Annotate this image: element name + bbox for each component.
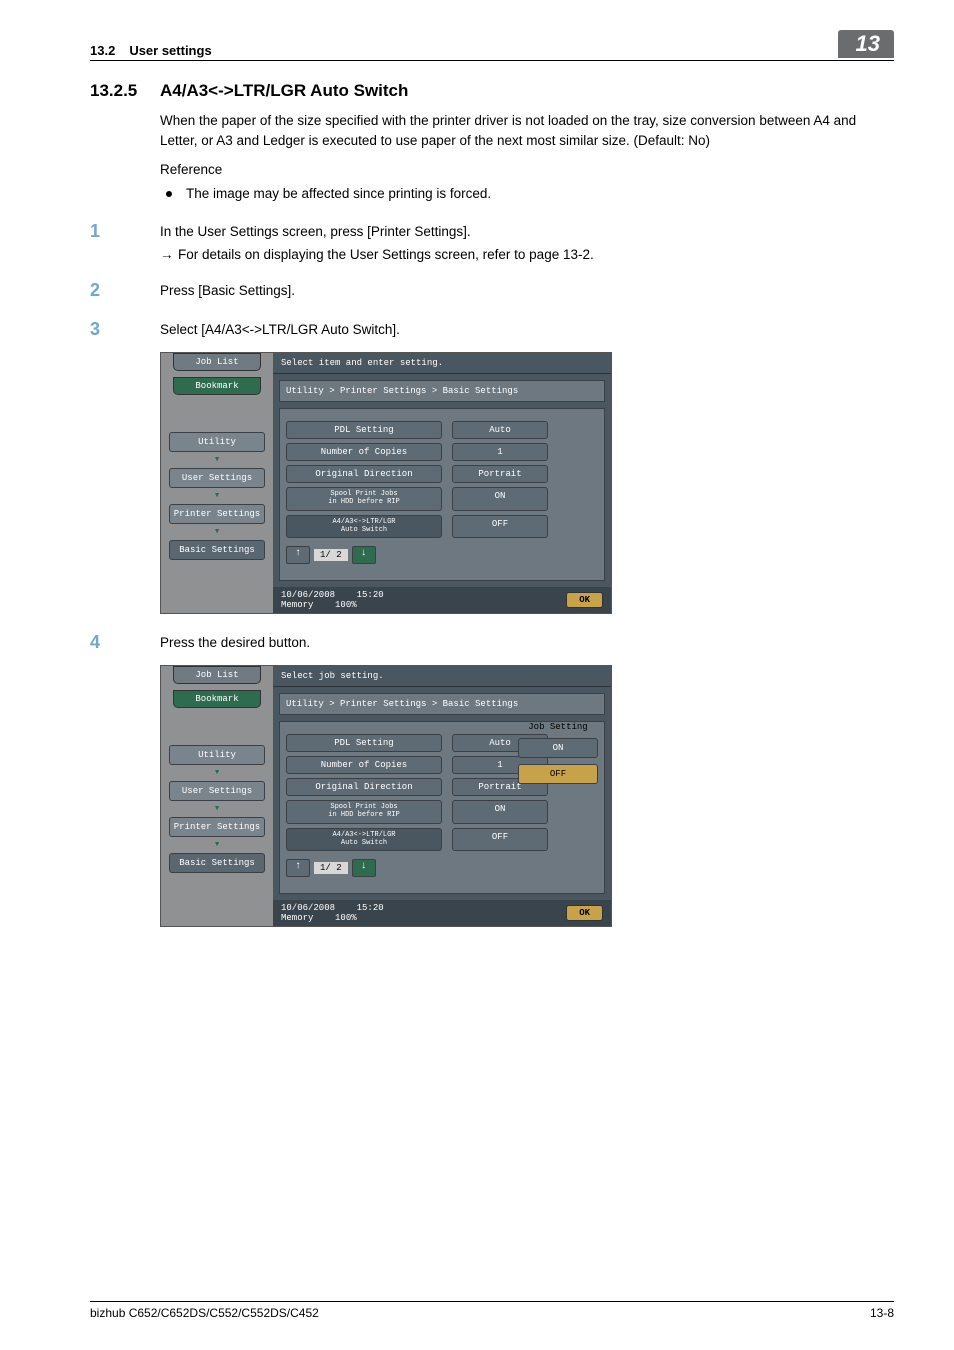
setting-copies[interactable]: Number of Copies [286,756,442,774]
on-button[interactable]: ON [518,738,598,758]
step-text-4: Press the desired button. [160,632,894,650]
pager-up-button[interactable]: ↑ [286,546,310,564]
setting-direction-value: Portrait [452,465,548,483]
reference-bullet: The image may be affected since printing… [160,184,894,204]
pager-counter: 1/ 2 [314,549,348,561]
step-number-3: 3 [90,319,160,340]
heading-number: 13.2.5 [90,81,160,101]
status-memory-label: Memory [281,600,313,610]
panel-instruction: Select item and enter setting. [273,353,611,374]
nav-arrow-icon: ▾ [161,491,273,501]
step-number-4: 4 [90,632,160,653]
job-list-tab[interactable]: Job List [173,353,261,371]
bookmark-tab[interactable]: Bookmark [173,377,261,395]
chapter-tab: 13 [838,30,894,58]
footer-model: bizhub C652/C652DS/C552/C552DS/C452 [90,1306,319,1320]
job-setting-title: Job Setting [518,722,598,732]
setting-direction[interactable]: Original Direction [286,778,442,796]
nav-arrow-icon: ▾ [161,455,273,465]
nav-utility[interactable]: Utility [169,432,265,452]
intro-paragraph: When the paper of the size specified wit… [160,111,894,150]
ok-button[interactable]: OK [566,592,603,608]
bookmark-tab[interactable]: Bookmark [173,690,261,708]
off-button[interactable]: OFF [518,764,598,784]
printer-panel-screenshot-2: Job List Bookmark Utility ▾ User Setting… [160,665,612,927]
printer-panel-screenshot-1: Job List Bookmark Utility ▾ User Setting… [160,352,612,614]
nav-printer-settings[interactable]: Printer Settings [169,504,265,524]
pager-down-button[interactable]: ↓ [352,859,376,877]
nav-arrow-icon: ▾ [161,840,273,850]
nav-utility[interactable]: Utility [169,745,265,765]
ok-button[interactable]: OK [566,905,603,921]
header-section-number: 13.2 [90,43,115,58]
pager-down-button[interactable]: ↓ [352,546,376,564]
status-memory-label: Memory [281,913,313,923]
status-memory-pct: 100% [335,600,357,610]
reference-label: Reference [160,160,894,180]
step-number-1: 1 [90,221,160,242]
pager-counter: 1/ 2 [314,862,348,874]
status-date: 10/06/2008 [281,590,335,600]
footer-page-number: 13-8 [870,1306,894,1320]
breadcrumb: Utility > Printer Settings > Basic Setti… [279,380,605,402]
setting-pdl[interactable]: PDL Setting [286,421,442,439]
setting-spool[interactable]: Spool Print Jobs in HDD before RIP [286,487,442,510]
breadcrumb: Utility > Printer Settings > Basic Setti… [279,693,605,715]
setting-pdl-value: Auto [452,421,548,439]
step-text-2: Press [Basic Settings]. [160,280,894,298]
setting-pdl[interactable]: PDL Setting [286,734,442,752]
job-list-tab[interactable]: Job List [173,666,261,684]
setting-auto-switch-value: OFF [452,515,548,538]
setting-auto-switch-value: OFF [452,828,548,851]
header-section-title: User settings [129,43,211,58]
nav-arrow-icon: ▾ [161,768,273,778]
nav-arrow-icon: ▾ [161,527,273,537]
panel-instruction: Select job setting. [273,666,611,687]
nav-basic-settings[interactable]: Basic Settings [169,853,265,873]
status-time: 15:20 [357,903,384,913]
nav-user-settings[interactable]: User Settings [169,468,265,488]
setting-auto-switch[interactable]: A4/A3<->LTR/LGR Auto Switch [286,515,442,538]
heading-title: A4/A3<->LTR/LGR Auto Switch [160,81,408,101]
setting-spool-value: ON [452,487,548,510]
step-text-3: Select [A4/A3<->LTR/LGR Auto Switch]. [160,319,894,337]
step-text-1: In the User Settings screen, press [Prin… [160,224,471,239]
nav-arrow-icon: ▾ [161,804,273,814]
setting-spool-value: ON [452,800,548,823]
nav-basic-settings[interactable]: Basic Settings [169,540,265,560]
nav-printer-settings[interactable]: Printer Settings [169,817,265,837]
nav-user-settings[interactable]: User Settings [169,781,265,801]
pager-up-button[interactable]: ↑ [286,859,310,877]
setting-spool[interactable]: Spool Print Jobs in HDD before RIP [286,800,442,823]
setting-copies-value: 1 [452,443,548,461]
step-number-2: 2 [90,280,160,301]
setting-direction[interactable]: Original Direction [286,465,442,483]
status-time: 15:20 [357,590,384,600]
setting-copies[interactable]: Number of Copies [286,443,442,461]
status-date: 10/06/2008 [281,903,335,913]
setting-auto-switch[interactable]: A4/A3<->LTR/LGR Auto Switch [286,828,442,851]
status-memory-pct: 100% [335,913,357,923]
step-1-substep: For details on displaying the User Setti… [160,247,894,262]
